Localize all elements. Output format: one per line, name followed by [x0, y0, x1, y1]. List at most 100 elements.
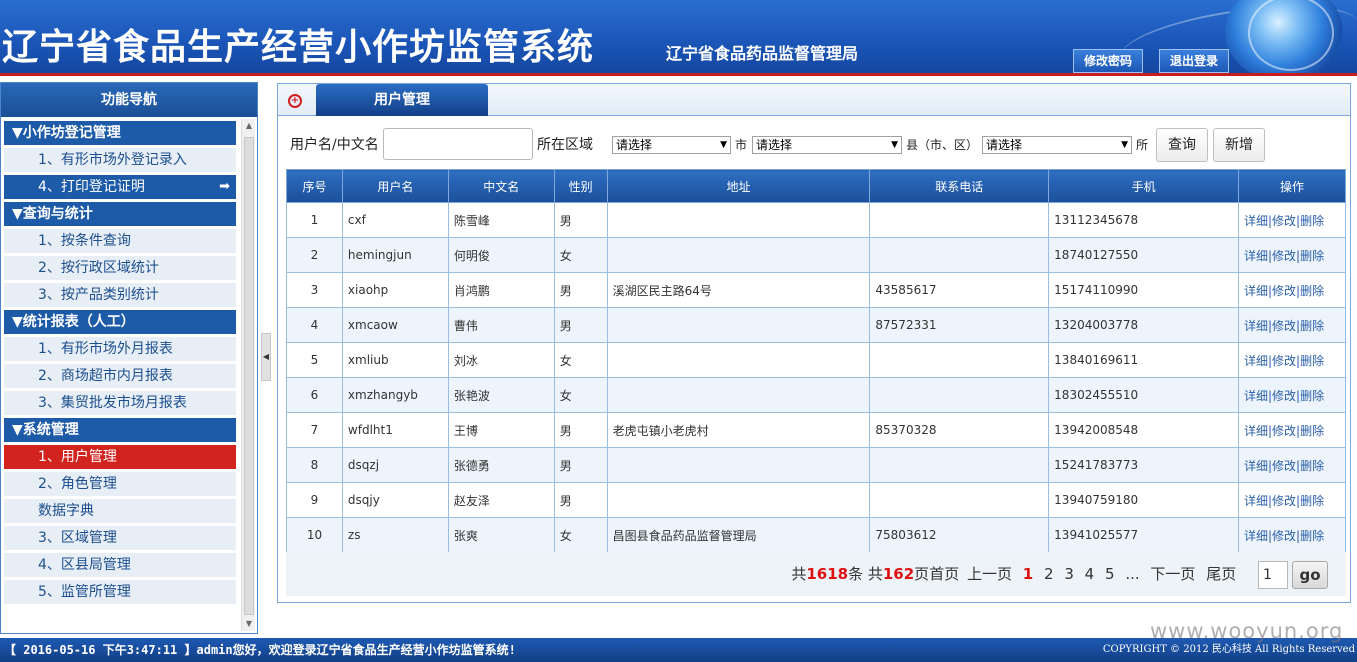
sidebar: 功能导航 ▼小作坊登记管理 1、有形市场外登记录入 4、打印登记证明 ➡ ▼查询…	[0, 82, 258, 634]
delete-link[interactable]: 删除	[1300, 354, 1324, 368]
delete-link[interactable]: 删除	[1300, 424, 1324, 438]
city-select[interactable]: 请选择 ▼	[612, 136, 731, 154]
sidebar-item-role-management[interactable]: 2、角色管理	[4, 472, 236, 496]
sidebar-item-region-management[interactable]: 3、区域管理	[4, 526, 236, 550]
scroll-up-icon[interactable]: ▲	[242, 119, 256, 133]
sidebar-group-query-stats[interactable]: ▼查询与统计	[4, 202, 236, 226]
page-number-input[interactable]: 1	[1258, 560, 1288, 589]
sidebar-scrollbar[interactable]: ▲ ▼	[241, 119, 255, 631]
cell-phone	[869, 447, 1050, 483]
tab-user-management[interactable]: 用户管理	[316, 84, 488, 116]
scrollbar-thumb[interactable]	[244, 137, 254, 615]
edit-link[interactable]: 修改	[1272, 494, 1296, 508]
sidebar-item-stats-by-category[interactable]: 3、按产品类别统计	[4, 283, 236, 307]
edit-link[interactable]: 修改	[1272, 354, 1296, 368]
cell-actions: 详细|修改|删除	[1237, 447, 1347, 483]
office-select[interactable]: 请选择 ▼	[982, 136, 1132, 154]
sidebar-item-user-management[interactable]: 1、用户管理	[4, 445, 236, 469]
username-label: 用户名/中文名	[290, 137, 379, 153]
sidebar-item-query-by-condition[interactable]: 1、按条件查询	[4, 229, 236, 253]
delete-link[interactable]: 删除	[1300, 389, 1324, 403]
prev-page-link[interactable]: 上一页	[967, 565, 1012, 583]
cell-username: cxf	[341, 202, 449, 238]
detail-link[interactable]: 详细	[1244, 214, 1268, 228]
username-search-input[interactable]	[383, 128, 533, 160]
delete-link[interactable]: 删除	[1300, 284, 1324, 298]
sidebar-item-data-dictionary[interactable]: 数据字典	[4, 499, 236, 523]
cell-phone: 87572331	[869, 307, 1050, 343]
query-button[interactable]: 查询	[1156, 128, 1208, 162]
cell-phone	[869, 482, 1050, 518]
sidebar-group-reports[interactable]: ▼统计报表（人工）	[4, 310, 236, 334]
dropdown-arrow-icon: ▼	[1121, 140, 1128, 150]
sidebar-group-registration[interactable]: ▼小作坊登记管理	[4, 121, 236, 145]
edit-link[interactable]: 修改	[1272, 459, 1296, 473]
page-link-5[interactable]: 5	[1105, 565, 1115, 583]
cell-actions: 详细|修改|删除	[1237, 202, 1347, 238]
sidebar-item-outside-market-report[interactable]: 1、有形市场外月报表	[4, 337, 236, 361]
sidebar-item-supervision-office-management[interactable]: 5、监管所管理	[4, 580, 236, 604]
delete-link[interactable]: 删除	[1300, 459, 1324, 473]
edit-link[interactable]: 修改	[1272, 424, 1296, 438]
delete-link[interactable]: 删除	[1300, 249, 1324, 263]
last-page-link[interactable]: 尾页	[1206, 565, 1236, 583]
office-suffix: 所	[1136, 138, 1149, 152]
edit-link[interactable]: 修改	[1272, 214, 1296, 228]
cell-index: 2	[286, 237, 343, 273]
county-select[interactable]: 请选择 ▼	[752, 136, 902, 154]
county-suffix: 县（市、区）	[906, 138, 979, 152]
detail-link[interactable]: 详细	[1244, 249, 1268, 263]
cell-actions: 详细|修改|删除	[1237, 237, 1347, 273]
dropdown-arrow-icon: ▼	[891, 140, 898, 150]
add-button[interactable]: 新增	[1213, 128, 1265, 162]
scroll-down-icon[interactable]: ▼	[242, 617, 256, 631]
cell-gender: 女	[553, 342, 608, 378]
cell-index: 9	[286, 482, 343, 518]
cell-chinese-name: 曹伟	[447, 307, 555, 343]
first-page-link[interactable]: 首页	[929, 565, 959, 583]
edit-link[interactable]: 修改	[1272, 389, 1296, 403]
cell-username: zs	[341, 517, 449, 553]
edit-link[interactable]: 修改	[1272, 529, 1296, 543]
change-password-button[interactable]: 修改密码	[1073, 49, 1144, 73]
go-button[interactable]: go	[1292, 560, 1328, 589]
office-select-value: 请选择	[986, 138, 1023, 152]
sidebar-collapse-handle[interactable]: ◀	[261, 333, 271, 381]
edit-link[interactable]: 修改	[1272, 284, 1296, 298]
detail-link[interactable]: 详细	[1244, 424, 1268, 438]
page-link-3[interactable]: 3	[1064, 565, 1074, 583]
detail-link[interactable]: 详细	[1244, 319, 1268, 333]
cell-chinese-name: 赵友泽	[447, 482, 555, 518]
delete-link[interactable]: 删除	[1300, 319, 1324, 333]
cell-index: 5	[286, 342, 343, 378]
delete-link[interactable]: 删除	[1300, 529, 1324, 543]
table-row: 2 hemingjun 何明俊女 18740127550 详细|修改|删除	[286, 237, 1347, 273]
edit-link[interactable]: 修改	[1272, 249, 1296, 263]
page-link-4[interactable]: 4	[1085, 565, 1095, 583]
sidebar-item-county-bureau-management[interactable]: 4、区县局管理	[4, 553, 236, 577]
sidebar-item-stats-by-region[interactable]: 2、按行政区域统计	[4, 256, 236, 280]
detail-link[interactable]: 详细	[1244, 354, 1268, 368]
edit-link[interactable]: 修改	[1272, 319, 1296, 333]
sidebar-item-print-certificate[interactable]: 4、打印登记证明 ➡	[4, 175, 236, 199]
detail-link[interactable]: 详细	[1244, 529, 1268, 543]
col-header-actions: 操作	[1237, 169, 1347, 203]
detail-link[interactable]: 详细	[1244, 459, 1268, 473]
next-page-link[interactable]: 下一页	[1150, 565, 1195, 583]
detail-link[interactable]: 详细	[1244, 389, 1268, 403]
sidebar-item-wholesale-report[interactable]: 3、集贸批发市场月报表	[4, 391, 236, 415]
cell-phone: 85370328	[869, 412, 1050, 448]
cell-address	[606, 377, 871, 413]
detail-link[interactable]: 详细	[1244, 284, 1268, 298]
delete-link[interactable]: 删除	[1300, 494, 1324, 508]
sidebar-item-registration-entry[interactable]: 1、有形市场外登记录入	[4, 148, 236, 172]
page-link-1[interactable]: 1	[1023, 565, 1033, 583]
close-tab-icon[interactable]: +	[288, 94, 302, 108]
table-row: 10 zs 张爽女昌图县食品药品监督管理局 75803612 13941025577 详细…	[286, 517, 1347, 553]
sidebar-group-system[interactable]: ▼系统管理	[4, 418, 236, 442]
detail-link[interactable]: 详细	[1244, 494, 1268, 508]
sidebar-item-supermarket-report[interactable]: 2、商场超市内月报表	[4, 364, 236, 388]
logout-button[interactable]: 退出登录	[1159, 49, 1230, 73]
page-link-2[interactable]: 2	[1044, 565, 1054, 583]
delete-link[interactable]: 删除	[1300, 214, 1324, 228]
